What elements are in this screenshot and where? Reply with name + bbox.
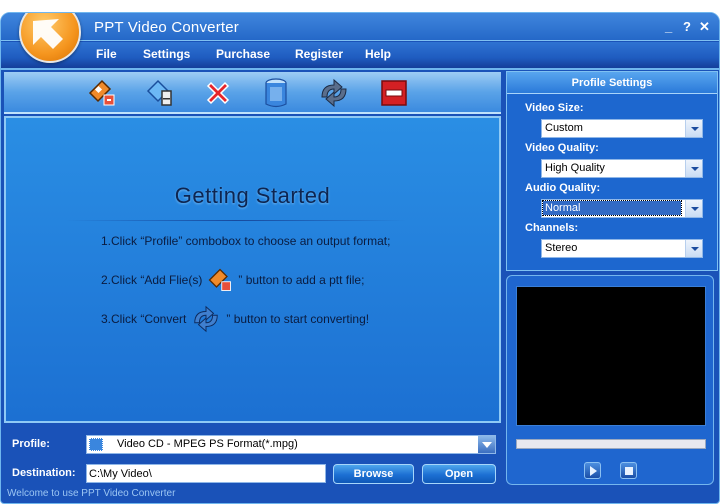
video-size-select[interactable]: Custom bbox=[541, 119, 703, 138]
divider bbox=[66, 220, 406, 221]
profile-combobox[interactable]: Video CD - MPEG PS Format(*.mpg) bbox=[86, 435, 496, 454]
audio-quality-value: Normal bbox=[542, 200, 682, 216]
app-logo bbox=[19, 13, 81, 63]
step-3-text-before: 3.Click “Convert bbox=[101, 312, 187, 326]
chevron-down-icon[interactable] bbox=[478, 436, 495, 453]
window-title: PPT Video Converter bbox=[94, 19, 239, 36]
getting-started-panel: Getting Started 1.Click “Profile” combob… bbox=[4, 116, 501, 423]
title-bar[interactable]: PPT Video Converter _ ? ✕ bbox=[1, 13, 719, 41]
convert-button[interactable] bbox=[318, 77, 350, 109]
format-icon bbox=[89, 438, 103, 451]
trash-icon bbox=[265, 78, 287, 108]
open-button[interactable]: Open bbox=[422, 464, 496, 484]
arrow-logo-icon bbox=[33, 19, 63, 49]
audio-quality-label: Audio Quality: bbox=[525, 182, 601, 194]
step-2: 2.Click “Add Flie(s) ” button to add a p… bbox=[101, 266, 364, 294]
profile-settings-panel: Profile Settings Video Size: Custom Vide… bbox=[506, 71, 718, 271]
add-file-icon bbox=[208, 268, 232, 291]
playback-progress-bar[interactable] bbox=[516, 439, 706, 449]
step-3: 3.Click “Convert ” button to start conve… bbox=[101, 304, 369, 334]
menu-purchase[interactable]: Purchase bbox=[216, 47, 270, 61]
step-2-text-before: 2.Click “Add Flie(s) bbox=[101, 273, 203, 287]
chevron-down-icon[interactable] bbox=[685, 120, 702, 137]
chevron-down-icon[interactable] bbox=[685, 200, 702, 217]
channels-label: Channels: bbox=[525, 222, 579, 234]
stop-playback-button[interactable] bbox=[620, 462, 637, 479]
menu-help[interactable]: Help bbox=[365, 47, 391, 61]
play-button[interactable] bbox=[584, 462, 601, 479]
add-file-button[interactable] bbox=[86, 77, 118, 109]
profile-settings-title: Profile Settings bbox=[507, 72, 717, 94]
channels-select[interactable]: Stereo bbox=[541, 239, 703, 258]
help-button[interactable]: ? bbox=[683, 19, 691, 34]
destination-label: Destination: bbox=[12, 467, 76, 479]
menu-register[interactable]: Register bbox=[295, 47, 343, 61]
chevron-down-icon[interactable] bbox=[685, 240, 702, 257]
step-3-text-after: ” button to start converting! bbox=[226, 312, 370, 326]
preview-player bbox=[506, 275, 714, 485]
status-bar: Welcome to use PPT Video Converter bbox=[7, 488, 176, 499]
video-quality-select[interactable]: High Quality bbox=[541, 159, 703, 178]
menu-file[interactable]: File bbox=[96, 47, 117, 61]
audio-quality-select[interactable]: Normal bbox=[541, 199, 703, 218]
profile-value: Video CD - MPEG PS Format(*.mpg) bbox=[117, 438, 298, 450]
video-size-value: Custom bbox=[545, 122, 583, 134]
add-file-icon bbox=[88, 79, 115, 106]
clear-button[interactable] bbox=[260, 77, 292, 109]
profile-label: Profile: bbox=[12, 438, 50, 450]
channels-value: Stereo bbox=[545, 242, 578, 254]
video-size-label: Video Size: bbox=[525, 102, 584, 114]
step-1-text: 1.Click “Profile” combobox to choose an … bbox=[101, 234, 391, 248]
app-window: PPT Video Converter _ ? ✕ File Settings … bbox=[0, 12, 720, 504]
stop-button[interactable] bbox=[378, 77, 410, 109]
step-2-text-after: ” button to add a ptt file; bbox=[238, 273, 365, 287]
add-folder-icon bbox=[146, 79, 172, 106]
close-button[interactable]: ✕ bbox=[699, 19, 710, 35]
destination-input[interactable] bbox=[86, 464, 326, 483]
convert-icon bbox=[321, 78, 347, 108]
menu-settings[interactable]: Settings bbox=[143, 47, 190, 61]
delete-icon bbox=[206, 81, 230, 105]
stop-icon bbox=[381, 80, 407, 106]
toolbar bbox=[4, 72, 501, 114]
browse-button[interactable]: Browse bbox=[333, 464, 414, 484]
getting-started-title: Getting Started bbox=[174, 183, 331, 208]
chevron-down-icon[interactable] bbox=[685, 160, 702, 177]
remove-button[interactable] bbox=[202, 77, 234, 109]
minimize-button[interactable]: _ bbox=[665, 19, 672, 34]
add-folder-button[interactable] bbox=[144, 77, 176, 109]
menu-bar: File Settings Purchase Register Help bbox=[1, 42, 719, 70]
stop-icon bbox=[625, 467, 633, 475]
video-quality-value: High Quality bbox=[545, 162, 605, 174]
convert-icon bbox=[194, 305, 219, 333]
play-icon bbox=[590, 466, 597, 476]
video-quality-label: Video Quality: bbox=[525, 142, 599, 154]
video-preview-screen bbox=[516, 286, 706, 426]
